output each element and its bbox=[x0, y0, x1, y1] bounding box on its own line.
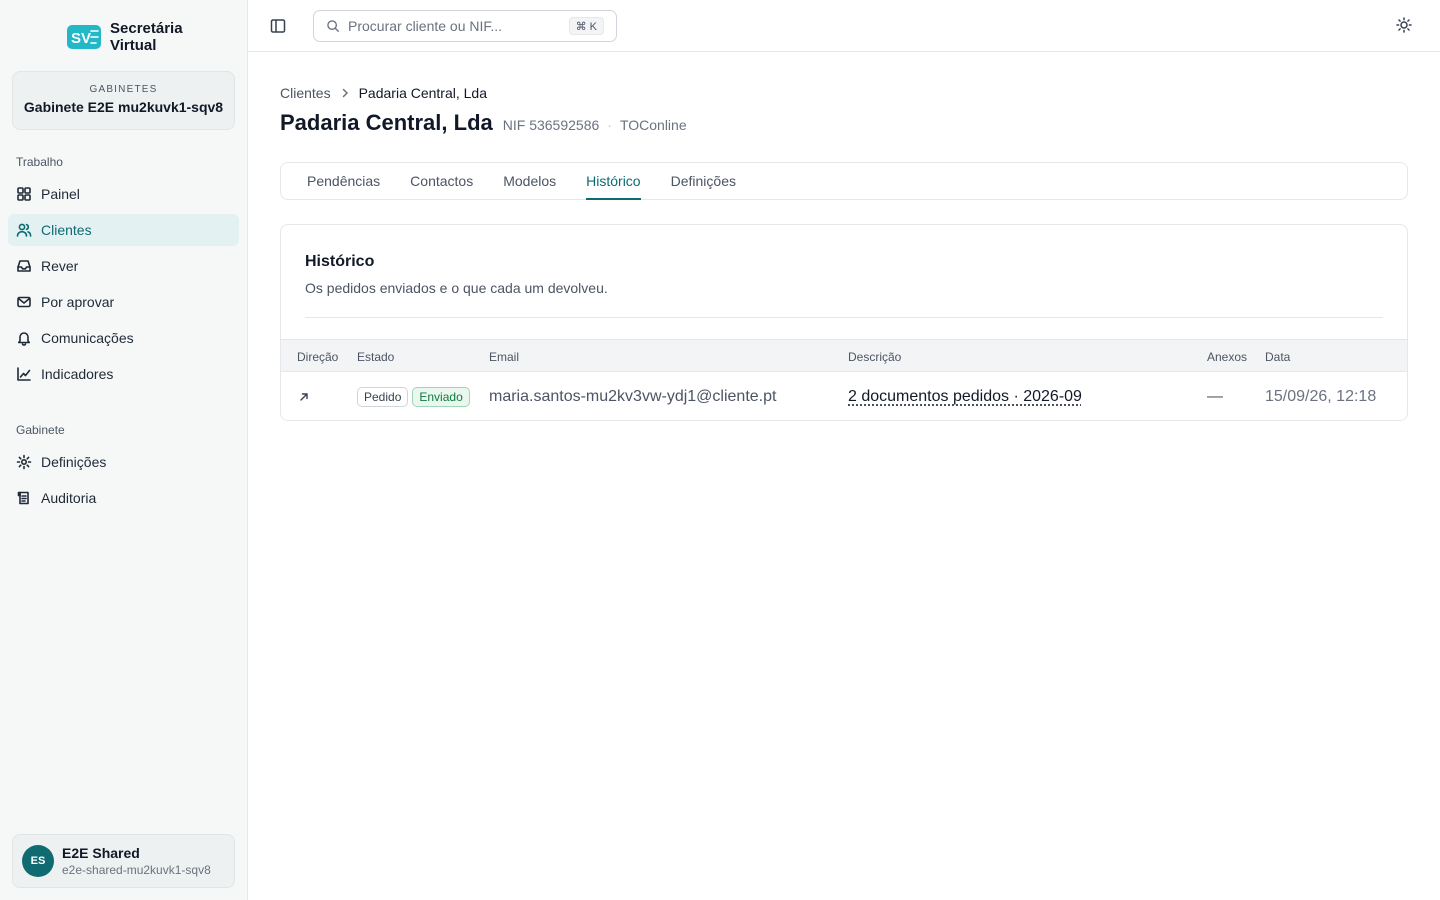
grid-icon bbox=[17, 187, 31, 201]
search-box[interactable]: ⌘ K bbox=[313, 10, 617, 42]
bell-icon bbox=[17, 332, 31, 346]
column-header-email: Email bbox=[489, 350, 520, 364]
chevron-right-icon bbox=[342, 88, 348, 98]
attachments-value: — bbox=[1207, 388, 1223, 405]
avatar: ES bbox=[22, 845, 54, 877]
tab-definicoes[interactable]: Definições bbox=[671, 163, 736, 199]
sidebar-item-label: Rever bbox=[41, 258, 79, 274]
users-icon bbox=[16, 223, 32, 237]
tab-contactos[interactable]: Contactos bbox=[410, 163, 473, 199]
org-label: GABINETES bbox=[89, 84, 158, 95]
gear-icon bbox=[16, 454, 32, 470]
column-header-attachments: Anexos bbox=[1207, 350, 1248, 364]
sidebar-icon bbox=[270, 19, 286, 33]
sent-date: 15/09/26, 12:18 bbox=[1265, 388, 1377, 405]
sidebar-item-label: Clientes bbox=[41, 222, 92, 238]
history-title: Histórico bbox=[305, 253, 375, 270]
table-row[interactable]: Pedido Enviado maria.santos-mu2kv3vw-ydj… bbox=[281, 372, 1407, 420]
user-email: e2e-shared-mu2kuvk1-sqv8 bbox=[62, 863, 211, 877]
user-menu[interactable]: ES E2E Shared e2e-shared-mu2kuvk1-sqv8 bbox=[12, 834, 235, 888]
user-info: E2E Shared e2e-shared-mu2kuvk1-sqv8 bbox=[62, 845, 227, 877]
theme-toggle-button[interactable] bbox=[1396, 17, 1414, 35]
org-name: Gabinete E2E mu2kuvk1-sqv8 bbox=[23, 99, 224, 115]
sidebar-item-comunicacoes[interactable]: Comunicações bbox=[8, 322, 239, 354]
sidebar-item-label: Definições bbox=[41, 454, 107, 470]
sidebar-item-indicadores[interactable]: Indicadores bbox=[8, 358, 239, 390]
sidebar-toggle-button[interactable] bbox=[268, 16, 288, 36]
inbox-icon bbox=[17, 260, 31, 272]
request-description-link[interactable]: 2 documentos pedidos · 2026-09 bbox=[848, 388, 1082, 406]
status-cell: Pedido Enviado bbox=[357, 372, 474, 420]
org-switcher[interactable]: GABINETES Gabinete E2E mu2kuvk1-sqv8 bbox=[12, 71, 235, 130]
brand-line1: Secretária bbox=[110, 20, 183, 37]
sidebar-item-por-aprovar[interactable]: Por aprovar bbox=[8, 286, 239, 318]
client-integration: TOConline bbox=[619, 117, 687, 133]
column-header-direction: Direção bbox=[297, 350, 339, 364]
client-meta: NIF 536592586 · TOConline bbox=[503, 117, 687, 133]
meta-separator: · bbox=[607, 117, 612, 133]
sidebar-item-definicoes[interactable]: Definições bbox=[8, 446, 239, 478]
email-cell: maria.santos-mu2kv3vw-ydj1@cliente.pt bbox=[489, 372, 777, 420]
sidebar-item-label: Painel bbox=[41, 186, 80, 202]
search-icon bbox=[327, 20, 339, 32]
date-cell: 15/09/26, 12:18 bbox=[1265, 372, 1377, 420]
sidebar: SV Secretária Virtual GABINETES Gabinete… bbox=[0, 0, 248, 900]
client-tabs: Pendências Contactos Modelos Histórico D… bbox=[280, 162, 1408, 200]
column-header-description: Descrição bbox=[848, 350, 902, 364]
breadcrumb-current: Padaria Central, Lda bbox=[358, 85, 488, 101]
sidebar-item-label: Auditoria bbox=[41, 490, 97, 506]
sidebar-item-label: Indicadores bbox=[41, 366, 114, 382]
mail-icon bbox=[17, 296, 31, 308]
brand[interactable]: SV Secretária Virtual bbox=[66, 20, 200, 54]
sidebar-item-label: Comunicações bbox=[41, 330, 134, 346]
page-title: Padaria Central, Lda bbox=[280, 110, 493, 135]
scroll-icon bbox=[17, 491, 29, 505]
column-header-date: Data bbox=[1265, 350, 1291, 364]
type-badge: Pedido bbox=[357, 387, 409, 407]
tab-modelos[interactable]: Modelos bbox=[503, 163, 556, 199]
nav-section-office: Gabinete bbox=[16, 423, 65, 437]
attachments-cell: — bbox=[1207, 372, 1223, 420]
search-input[interactable] bbox=[348, 18, 568, 34]
sidebar-item-label: Por aprovar bbox=[41, 294, 115, 310]
search-shortcut: ⌘ K bbox=[568, 17, 604, 35]
sidebar-item-auditoria[interactable]: Auditoria bbox=[8, 482, 239, 514]
description-cell: 2 documentos pedidos · 2026-09 bbox=[848, 372, 1082, 420]
svg-text:SV: SV bbox=[71, 30, 91, 47]
tab-historico[interactable]: Histórico bbox=[586, 163, 642, 200]
tab-pendencias[interactable]: Pendências bbox=[307, 163, 380, 199]
sidebar-item-painel[interactable]: Painel bbox=[8, 178, 239, 210]
history-card: Histórico Os pedidos enviados e o que ca… bbox=[280, 224, 1408, 421]
recipient-email: maria.santos-mu2kv3vw-ydj1@cliente.pt bbox=[489, 388, 777, 405]
arrow-up-right-icon bbox=[300, 393, 308, 401]
page-header: Padaria Central, Lda NIF 536592586 · TOC… bbox=[280, 110, 687, 136]
chart-icon bbox=[17, 367, 31, 381]
breadcrumb-link-clientes[interactable]: Clientes bbox=[280, 85, 331, 101]
sun-icon bbox=[1396, 17, 1412, 33]
nav-section-work: Trabalho bbox=[16, 155, 63, 169]
sidebar-item-rever[interactable]: Rever bbox=[8, 250, 239, 282]
brand-name: Secretária Virtual bbox=[110, 20, 200, 54]
user-name: E2E Shared bbox=[62, 845, 140, 861]
breadcrumb: Clientes Padaria Central, Lda bbox=[280, 85, 487, 101]
direction-cell bbox=[298, 372, 310, 420]
logo-icon: SV bbox=[67, 25, 101, 49]
table-header: Direção Estado Email Descrição Anexos Da… bbox=[281, 339, 1407, 372]
history-description: Os pedidos enviados e o que cada um devo… bbox=[305, 280, 608, 296]
status-badge: Enviado bbox=[412, 387, 470, 407]
brand-line2: Virtual bbox=[110, 37, 157, 54]
column-header-status: Estado bbox=[357, 350, 395, 364]
divider bbox=[305, 317, 1383, 318]
topbar: ⌘ K bbox=[248, 0, 1440, 52]
client-nif: NIF 536592586 bbox=[502, 117, 600, 133]
sidebar-item-clientes[interactable]: Clientes bbox=[8, 214, 239, 246]
